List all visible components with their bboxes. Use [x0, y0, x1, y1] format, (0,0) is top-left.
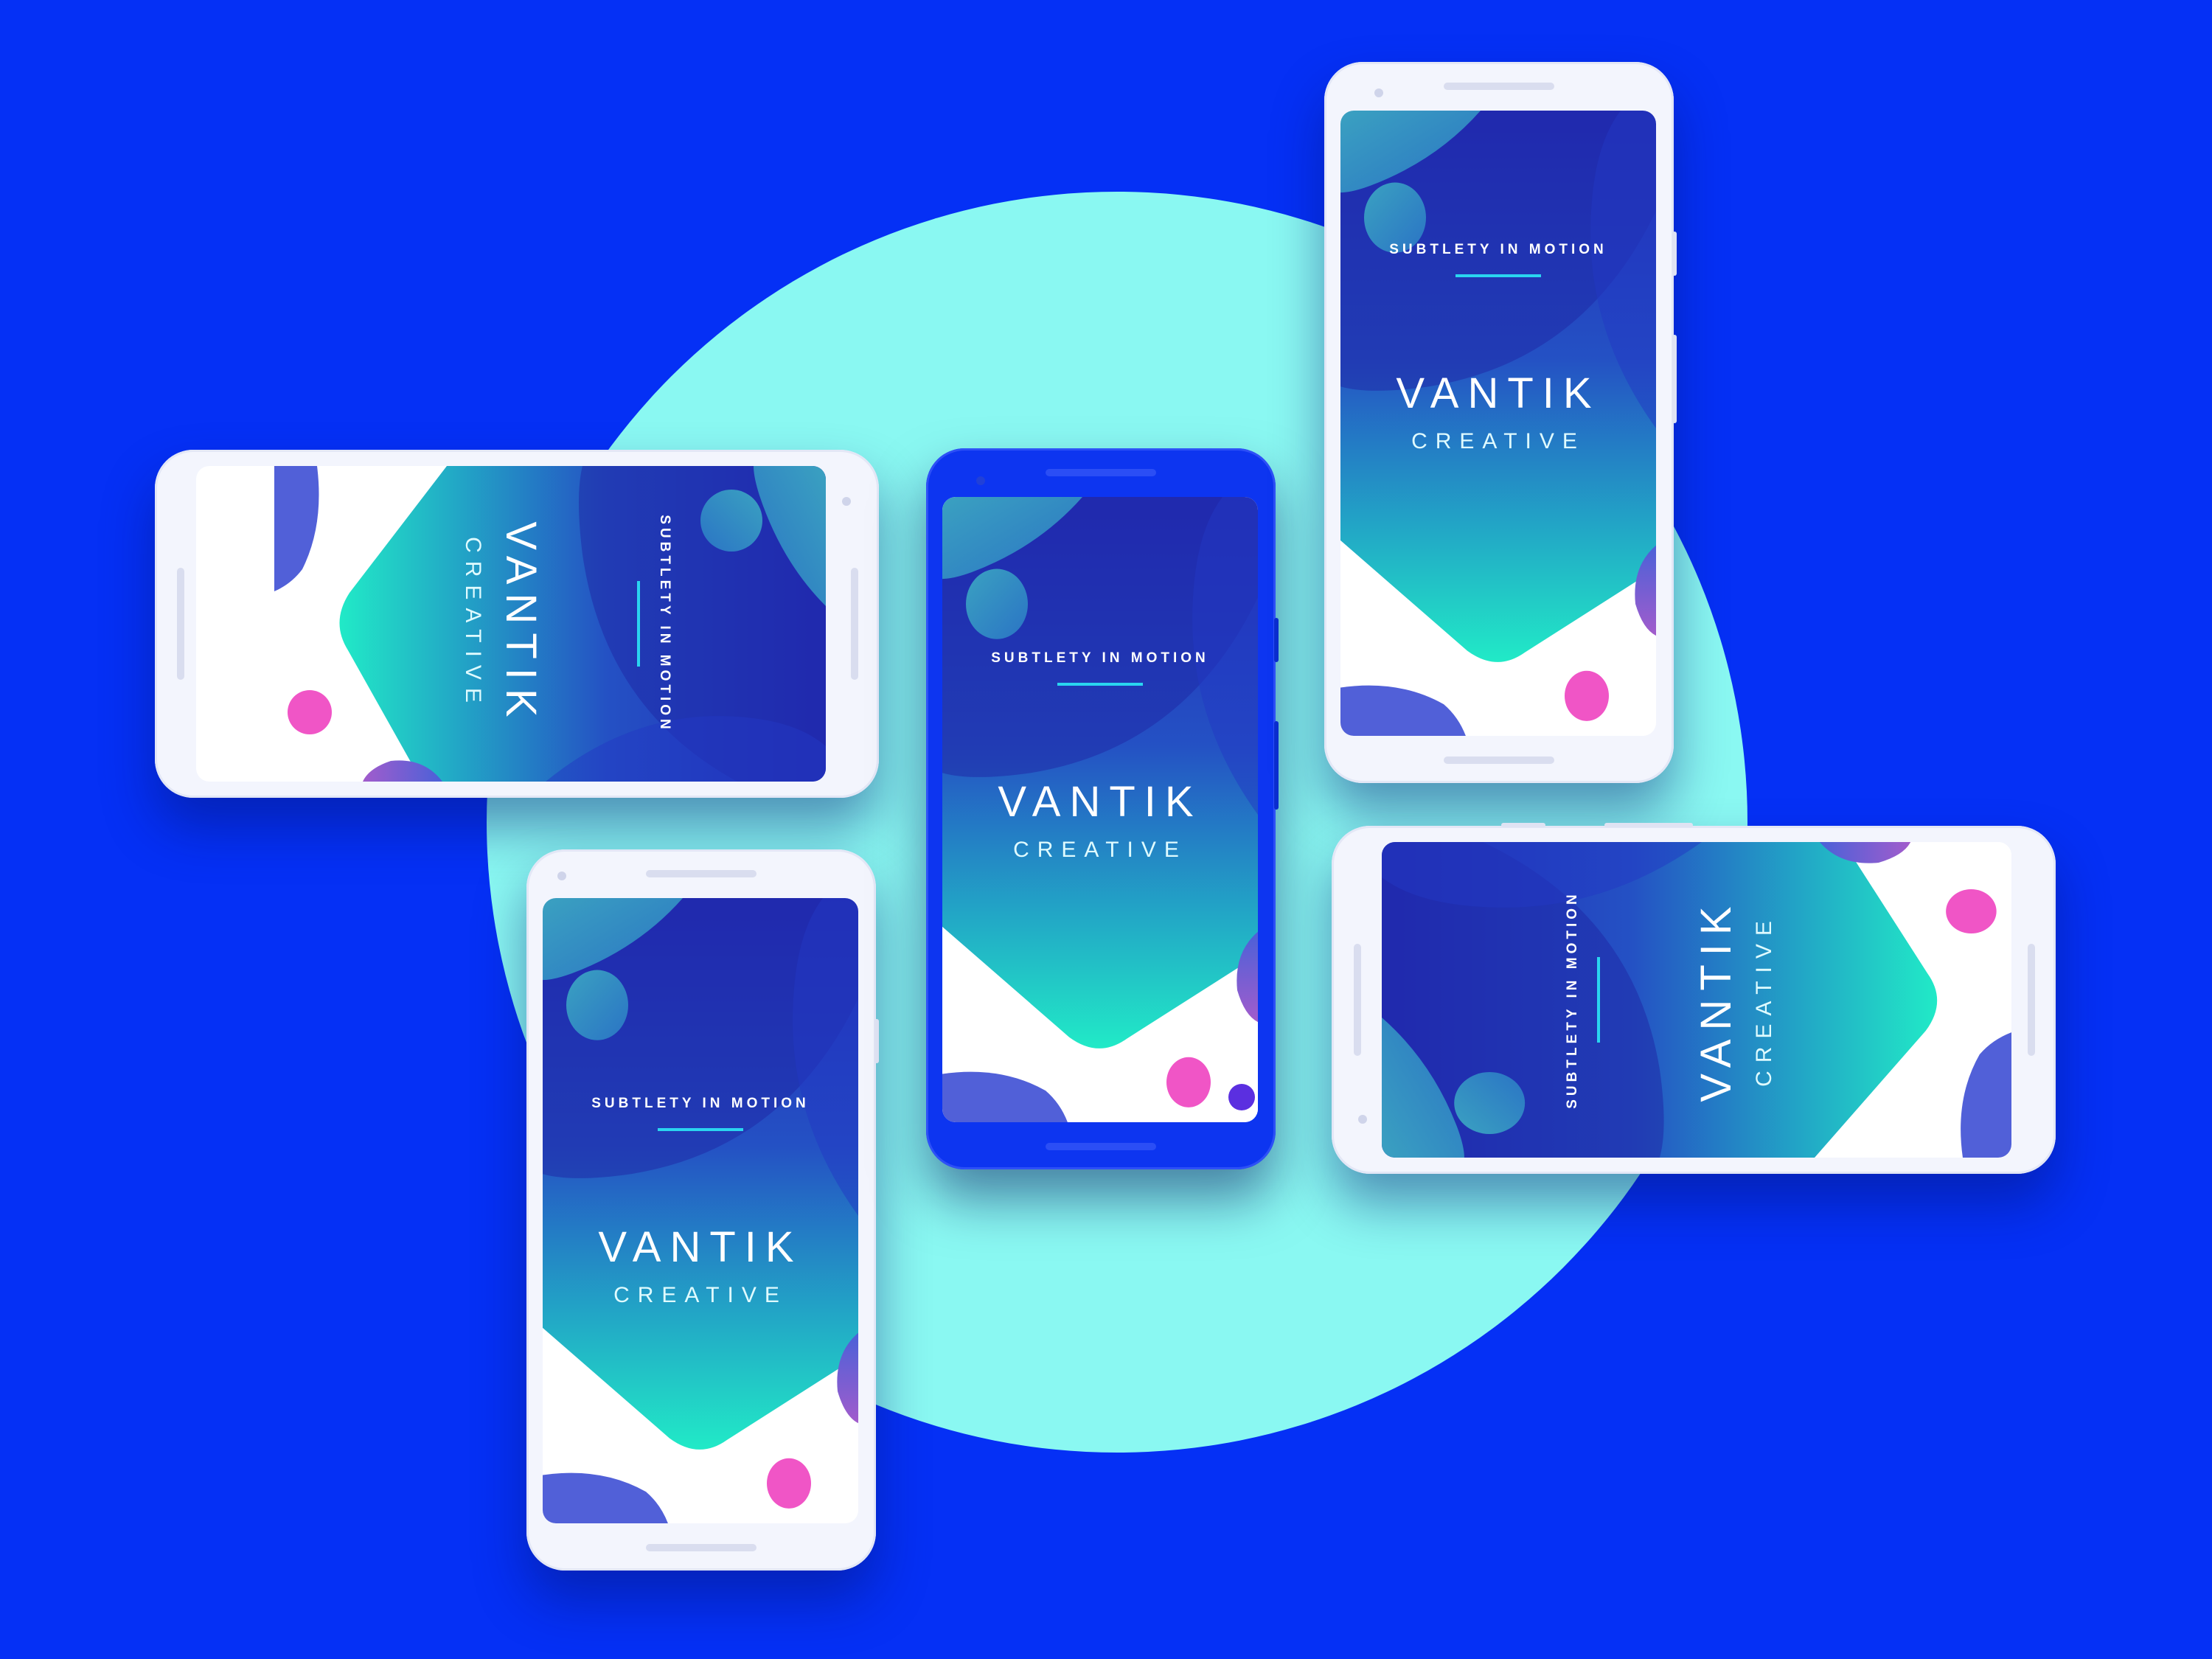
phone-portrait-bottom-left: SUBTLETY IN MOTION VANTIK CREATIVE — [526, 849, 879, 1571]
phone-portrait-top-right: SUBTLETY IN MOTION VANTIK CREATIVE — [1324, 62, 1677, 783]
brand-subtitle: CREATIVE — [461, 537, 485, 711]
brand-subtitle: CREATIVE — [613, 1283, 787, 1307]
phone-screen: SUBTLETY IN MOTION VANTIK CREATIVE — [1340, 111, 1656, 736]
phone-speaker — [1354, 944, 1361, 1056]
splash-content: SUBTLETY IN MOTION VANTIK CREATIVE — [1340, 111, 1656, 640]
phone-speaker — [646, 870, 757, 877]
brand-title: VANTIK — [497, 521, 545, 726]
phone-speaker — [1444, 757, 1554, 764]
brand-subtitle: CREATIVE — [1752, 913, 1776, 1087]
side-button — [874, 1019, 879, 1063]
camera-icon — [1374, 88, 1383, 97]
brand-title: VANTIK — [598, 1223, 803, 1271]
brand-title: VANTIK — [998, 778, 1203, 826]
phone-speaker — [851, 568, 858, 680]
side-button — [1604, 823, 1693, 827]
phone-screen: SUBTLETY IN MOTION VANTIK CREATIVE — [942, 497, 1258, 1122]
phone-landscape-right: SUBTLETY IN MOTION VANTIK CREATIVE — [1332, 823, 2056, 1174]
phone-speaker — [646, 1544, 757, 1551]
tagline-text: SUBTLETY IN MOTION — [591, 1096, 810, 1111]
side-button — [1672, 232, 1677, 276]
side-button — [1274, 618, 1279, 662]
tagline-underline — [637, 581, 640, 667]
camera-icon — [842, 497, 851, 506]
tagline-text: SUBTLETY IN MOTION — [1389, 242, 1607, 257]
brand-subtitle: CREATIVE — [1013, 838, 1187, 862]
brand-title: VANTIK — [1396, 369, 1601, 417]
tagline-underline — [1455, 274, 1541, 277]
phone-speaker — [1444, 83, 1554, 90]
phone-screen: SUBTLETY IN MOTION VANTIK CREATIVE — [196, 466, 826, 782]
tagline-underline — [658, 1128, 743, 1131]
tagline-underline — [1597, 957, 1600, 1043]
side-button — [1274, 721, 1279, 810]
phone-screen: SUBTLETY IN MOTION VANTIK CREATIVE — [543, 898, 858, 1523]
phone-speaker — [177, 568, 184, 680]
camera-icon — [1358, 1115, 1367, 1124]
phone-screen: SUBTLETY IN MOTION VANTIK CREATIVE — [1382, 842, 2011, 1158]
tagline-text: SUBTLETY IN MOTION — [657, 515, 672, 733]
tagline-underline — [1057, 683, 1143, 686]
phone-speaker — [2028, 944, 2035, 1056]
phone-speaker — [1046, 1143, 1156, 1150]
brand-title: VANTIK — [1692, 897, 1740, 1102]
phone-landscape-top-left: SUBTLETY IN MOTION VANTIK CREATIVE — [155, 450, 879, 798]
phone-portrait-center: SUBTLETY IN MOTION VANTIK CREATIVE — [926, 448, 1279, 1169]
camera-icon — [557, 872, 566, 880]
phone-speaker — [1046, 469, 1156, 476]
tagline-text: SUBTLETY IN MOTION — [991, 650, 1209, 666]
brand-subtitle: CREATIVE — [1411, 429, 1585, 453]
splash-content: SUBTLETY IN MOTION VANTIK CREATIVE — [1411, 842, 1963, 1158]
side-button — [1501, 823, 1545, 827]
camera-icon — [976, 476, 985, 485]
splash-content: SUBTLETY IN MOTION VANTIK CREATIVE — [274, 466, 826, 782]
dot-decoration-icon — [1228, 1084, 1255, 1110]
tagline-text: SUBTLETY IN MOTION — [1565, 891, 1580, 1109]
side-button — [1672, 335, 1677, 423]
splash-content: SUBTLETY IN MOTION VANTIK CREATIVE — [942, 497, 1258, 1048]
splash-content: SUBTLETY IN MOTION VANTIK CREATIVE — [543, 942, 858, 1494]
